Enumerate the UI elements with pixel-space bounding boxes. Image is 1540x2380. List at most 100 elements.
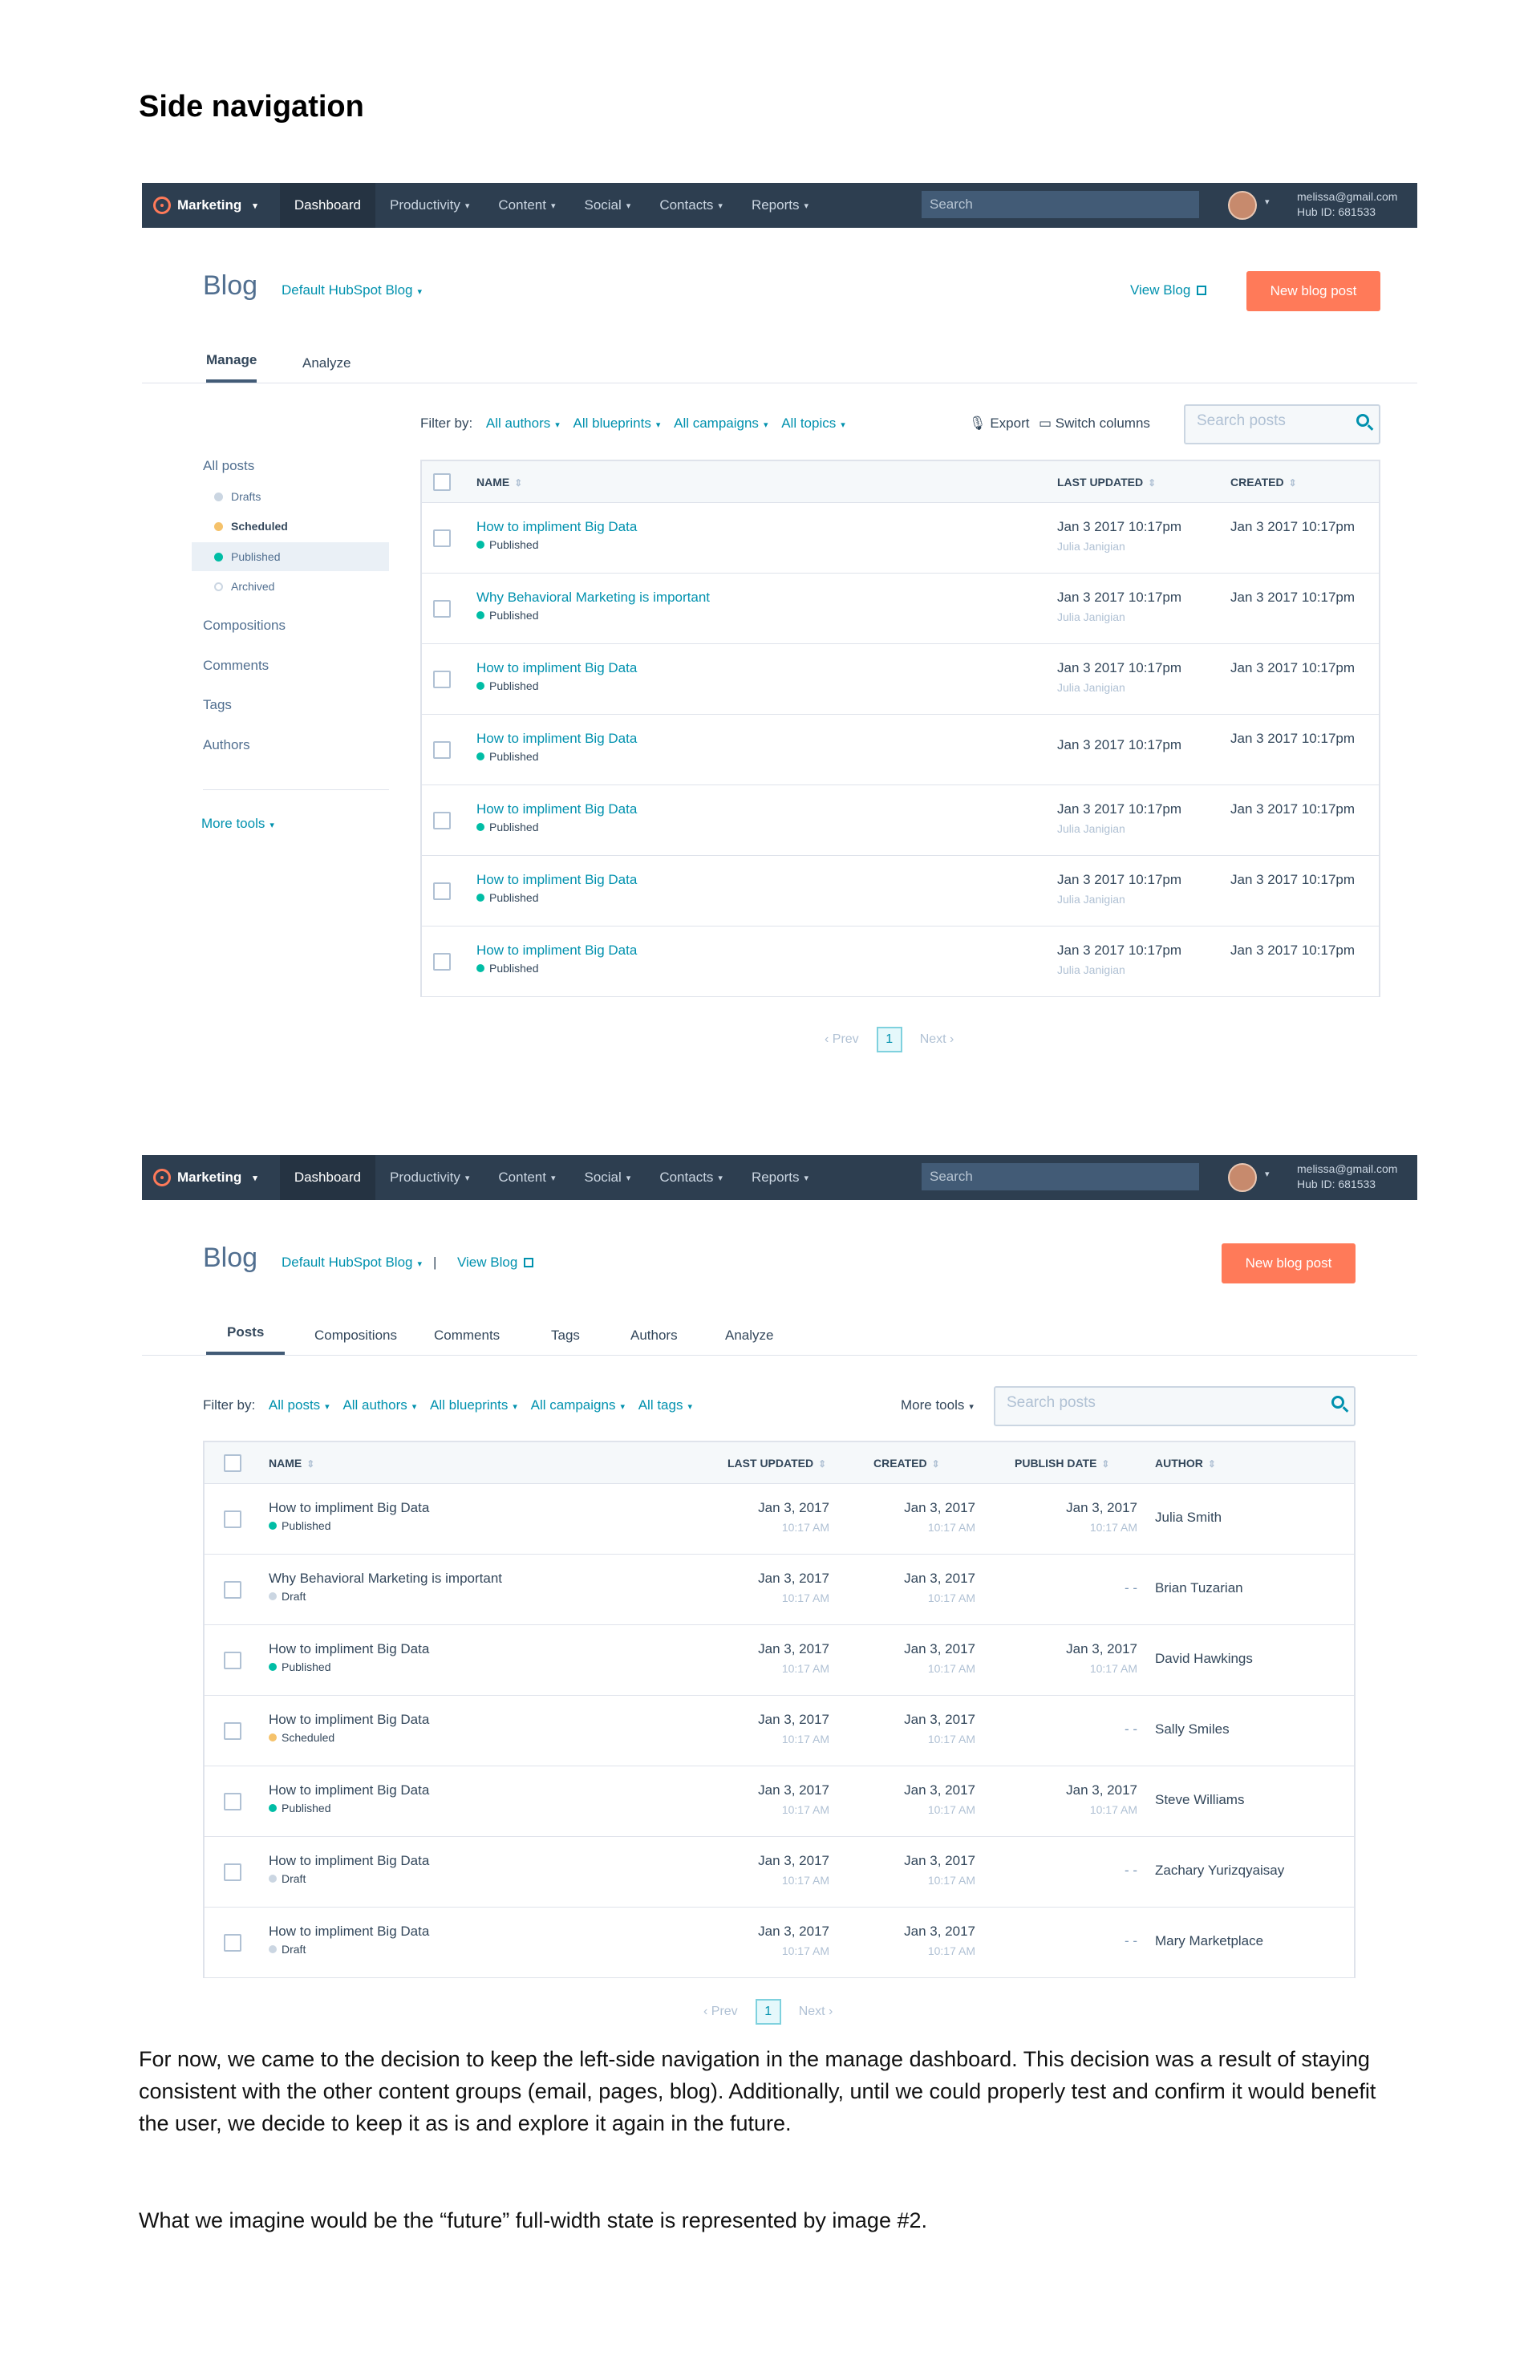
nav-item-content[interactable]: Content ▾ [484,1155,569,1200]
account-info[interactable]: melissa@gmail.com Hub ID: 681533 [1297,1162,1397,1192]
view-blog-link[interactable]: View Blog [457,1255,534,1271]
next-page-button[interactable]: Next › [920,1032,954,1047]
nav-item-productivity[interactable]: Productivity ▾ [375,183,484,228]
prev-page-button[interactable]: ‹ Prev [703,2005,738,2019]
tab-tags[interactable]: Tags [551,1328,580,1355]
post-title-link[interactable]: How to impliment Big Data [476,801,637,817]
row-checkbox[interactable] [224,1581,241,1599]
post-title-link[interactable]: How to impliment Big Data [269,1853,429,1869]
filter-blueprints[interactable]: All blueprints ▾ [573,416,661,431]
switch-columns-button[interactable]: ▭ Switch columns [1039,416,1150,432]
post-title-link[interactable]: Why Behavioral Marketing is important [269,1571,502,1587]
nav-item-social[interactable]: Social ▾ [569,1155,645,1200]
column-header-last-updated[interactable]: LAST UPDATED ⇕ [1057,476,1156,489]
nav-item-dashboard[interactable]: Dashboard [279,183,375,228]
nav-item-content[interactable]: Content ▾ [484,183,569,228]
table-row[interactable]: How to impliment Big Data Published Jan 3 … [422,715,1379,785]
blog-select[interactable]: Default HubSpot Blog ▾ | [282,1255,443,1271]
nav-item-reports[interactable]: Reports ▾ [737,1155,823,1200]
select-all-checkbox[interactable] [433,473,451,491]
post-title-link[interactable]: How to impliment Big Data [476,943,637,959]
view-blog-link[interactable]: View Blog [1130,282,1207,298]
new-blog-post-button[interactable]: New blog post [1222,1243,1356,1283]
sidebar-item-drafts[interactable]: Drafts [214,490,261,503]
export-button[interactable]: 🎙 Export [969,416,1029,432]
row-checkbox[interactable] [433,671,451,688]
table-row[interactable]: Why Behavioral Marketing is important Dra… [205,1555,1354,1625]
column-header-name[interactable]: NAME ⇕ [269,1457,314,1470]
sidebar-item-tags[interactable]: Tags [203,697,232,713]
post-title-link[interactable]: How to impliment Big Data [269,1712,429,1728]
row-checkbox[interactable] [433,741,451,759]
post-title-link[interactable]: How to impliment Big Data [269,1924,429,1940]
sidebar-item-comments[interactable]: Comments [203,658,269,674]
column-header-name[interactable]: NAME ⇕ [476,476,522,489]
row-checkbox[interactable] [224,1652,241,1669]
row-checkbox[interactable] [433,600,451,618]
nav-search-input[interactable]: Search [922,191,1199,218]
post-title-link[interactable]: How to impliment Big Data [269,1500,429,1516]
filter-topics[interactable]: All topics ▾ [781,416,845,431]
row-checkbox[interactable] [224,1722,241,1740]
post-title-link[interactable]: How to impliment Big Data [476,731,637,747]
table-row[interactable]: How to impliment Big Data Scheduled Jan 3,… [205,1696,1354,1766]
more-tools-link[interactable]: More tools ▾ [201,816,274,832]
page-number-button[interactable]: 1 [876,1027,902,1052]
sidebar-item-scheduled[interactable]: Scheduled [214,520,288,533]
filter-authors[interactable]: All authors ▾ [486,416,560,431]
table-row[interactable]: How to impliment Big Data Draft Jan 3, 201… [205,1837,1354,1908]
filter-blueprints[interactable]: All blueprints ▾ [430,1397,517,1413]
avatar[interactable] [1228,1163,1257,1192]
table-row[interactable]: How to impliment Big Data Published Jan 3 … [422,856,1379,926]
prev-page-button[interactable]: ‹ Prev [825,1032,859,1047]
row-checkbox[interactable] [224,1793,241,1810]
table-row[interactable]: How to impliment Big Data Draft Jan 3, 201… [205,1908,1354,1978]
nav-item-social[interactable]: Social ▾ [569,183,645,228]
row-checkbox[interactable] [433,529,451,547]
post-title-link[interactable]: How to impliment Big Data [269,1782,429,1798]
post-title-link[interactable]: Why Behavioral Marketing is important [476,590,710,606]
post-title-link[interactable]: How to impliment Big Data [269,1641,429,1657]
chevron-down-icon[interactable]: ▾ [1265,197,1270,207]
next-page-button[interactable]: Next › [799,2005,833,2019]
row-checkbox[interactable] [433,953,451,971]
chevron-down-icon[interactable]: ▾ [1265,1169,1270,1179]
row-checkbox[interactable] [433,812,451,829]
post-title-link[interactable]: How to impliment Big Data [476,519,637,535]
column-header-last-updated[interactable]: LAST UPDATED ⇕ [727,1457,826,1470]
search-input[interactable]: Search posts [1184,404,1380,444]
column-header-created[interactable]: CREATED ⇕ [1230,476,1297,489]
tab-compositions[interactable]: Compositions [314,1328,397,1355]
filter-campaigns[interactable]: All campaigns ▾ [531,1397,625,1413]
search-input[interactable]: Search posts [994,1386,1356,1426]
column-header-author[interactable]: AUTHOR ⇕ [1155,1457,1216,1470]
column-header-created[interactable]: CREATED ⇕ [873,1457,940,1470]
table-row[interactable]: How to impliment Big Data Published Jan 3,… [205,1484,1354,1555]
select-all-checkbox[interactable] [224,1454,241,1472]
filter-posts[interactable]: All posts ▾ [269,1397,330,1413]
sidebar-item-all-posts[interactable]: All posts [203,458,254,474]
tab-analyze[interactable]: Analyze [302,355,351,383]
filter-authors[interactable]: All authors ▾ [342,1397,416,1413]
page-number-button[interactable]: 1 [755,1999,781,2025]
nav-item-contacts[interactable]: Contacts ▾ [645,183,737,228]
table-row[interactable]: How to impliment Big Data Published Jan 3 … [422,503,1379,574]
table-row[interactable]: How to impliment Big Data Published Jan 3 … [422,926,1379,997]
nav-search-input[interactable]: Search [922,1163,1199,1190]
table-row[interactable]: How to impliment Big Data Published Jan 3,… [205,1766,1354,1837]
row-checkbox[interactable] [224,1510,241,1528]
tab-posts[interactable]: Posts [206,1324,286,1355]
column-header-publish-date[interactable]: PUBLISH DATE ⇕ [1015,1457,1109,1470]
account-info[interactable]: melissa@gmail.com Hub ID: 681533 [1297,189,1397,220]
new-blog-post-button[interactable]: New blog post [1246,271,1380,311]
row-checkbox[interactable] [433,882,451,900]
post-title-link[interactable]: How to impliment Big Data [476,660,637,676]
nav-item-contacts[interactable]: Contacts ▾ [645,1155,737,1200]
table-row[interactable]: How to impliment Big Data Published Jan 3 … [422,644,1379,715]
tab-comments[interactable]: Comments [434,1328,500,1355]
filter-campaigns[interactable]: All campaigns ▾ [674,416,768,431]
sidebar-item-archived[interactable]: Archived [214,580,274,593]
row-checkbox[interactable] [224,1863,241,1881]
tab-manage[interactable]: Manage [206,352,257,383]
row-checkbox[interactable] [224,1934,241,1952]
